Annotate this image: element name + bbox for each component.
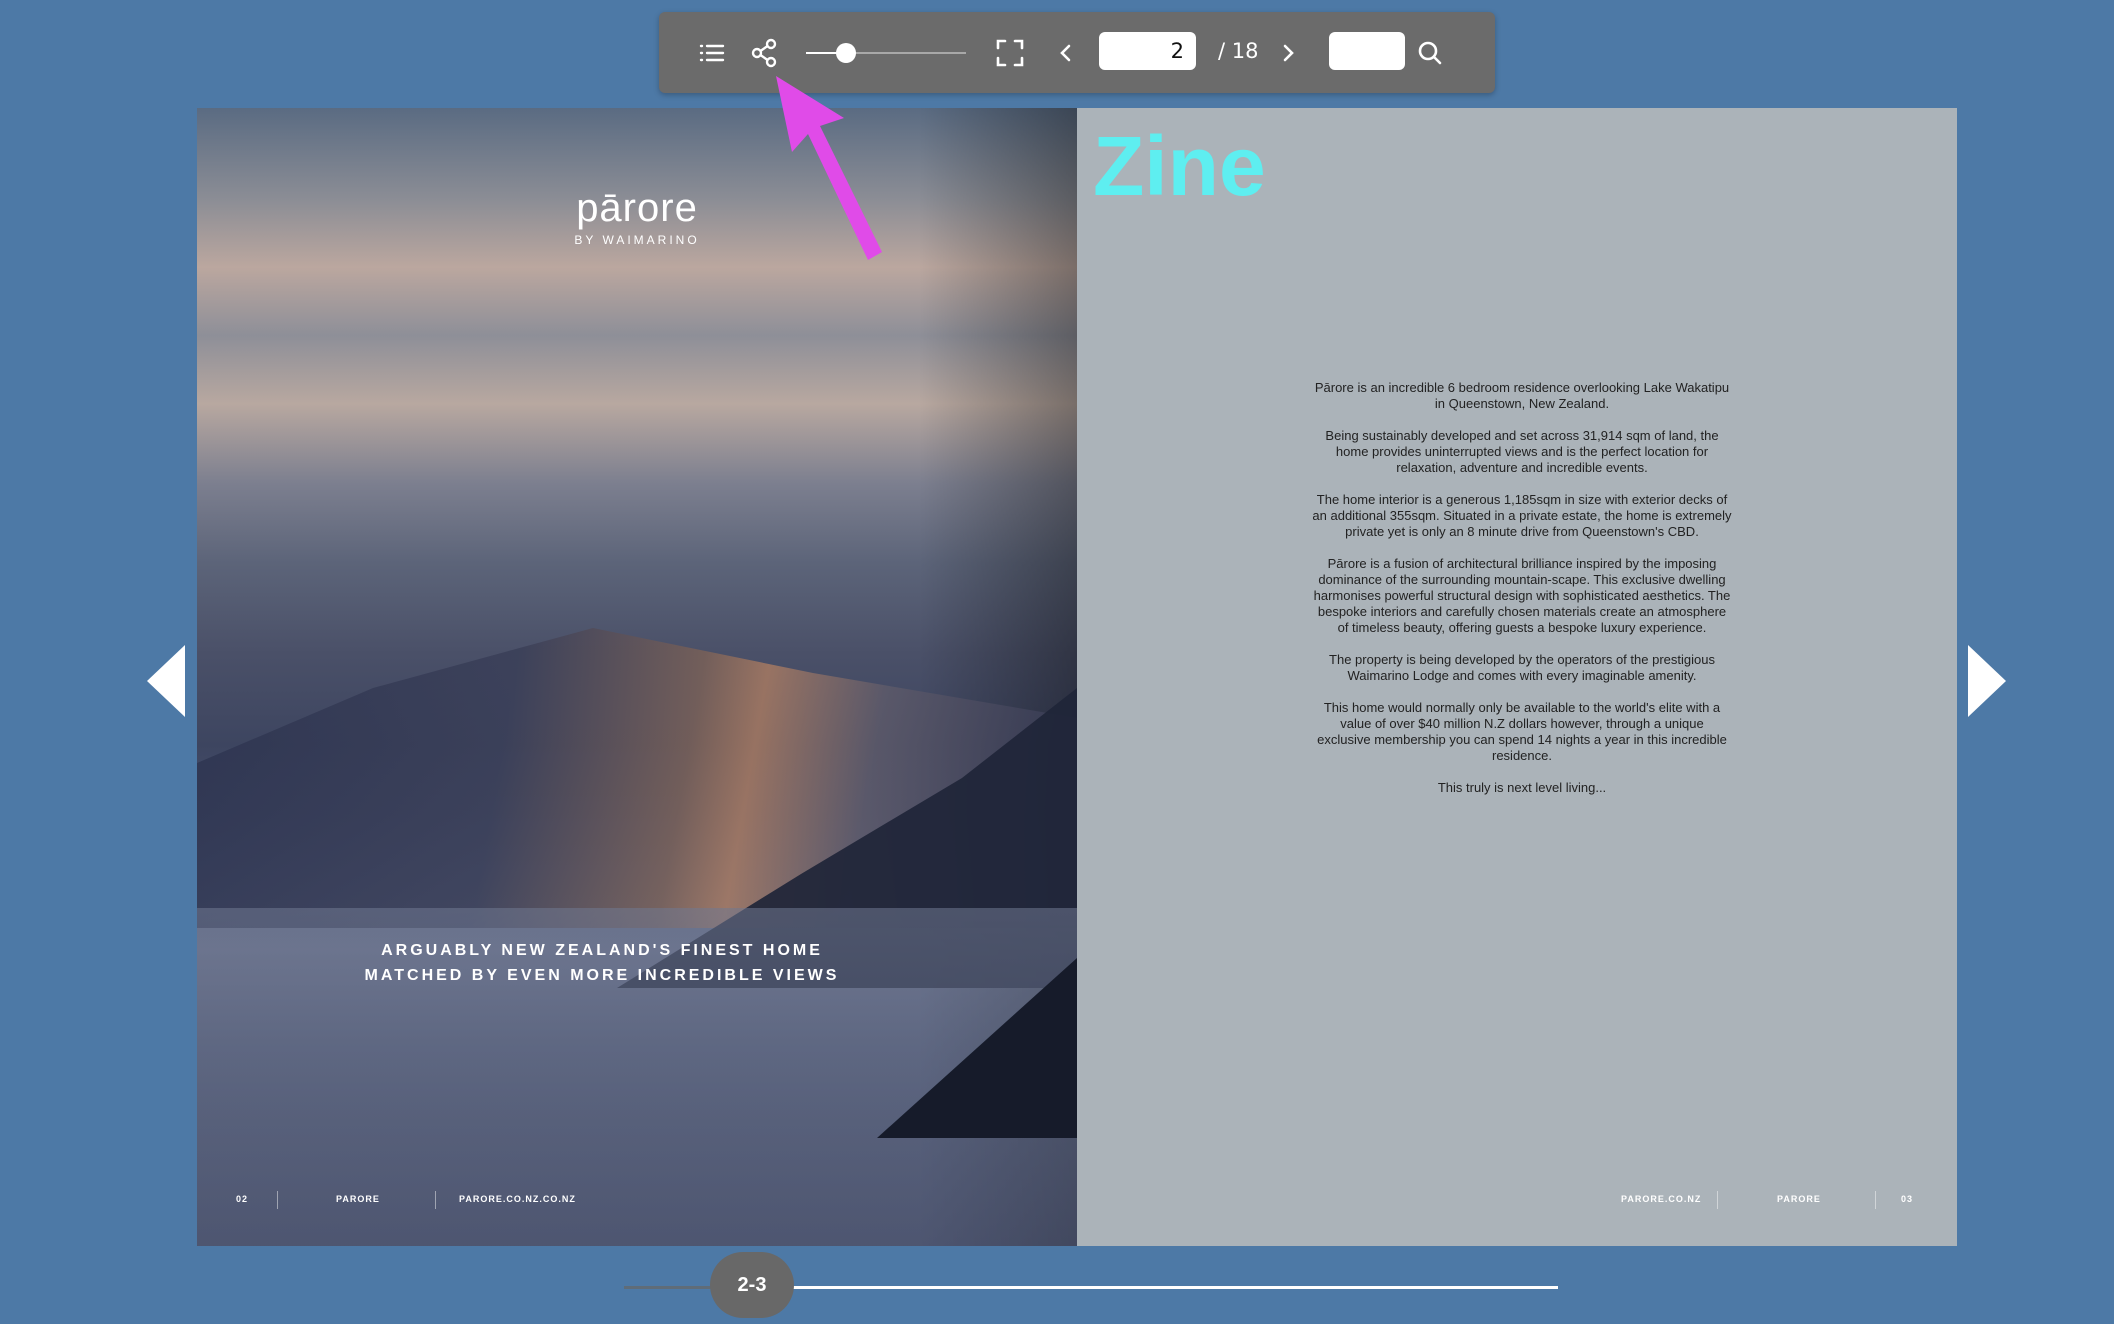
tagline: ARGUABLY NEW ZEALAND'S FINEST HOME MATCH…	[197, 938, 1007, 988]
page-slider-progress	[624, 1286, 714, 1289]
page-number-input[interactable]	[1099, 32, 1196, 70]
left-page-footer: 02 PARORE PARORE.CO.NZ.CO.NZ	[197, 1191, 1077, 1209]
paragraph: Being sustainably developed and set acro…	[1325, 428, 1719, 475]
brand-logo: pārore BY WAIMARINO	[567, 186, 707, 247]
search-input[interactable]	[1329, 32, 1405, 70]
page-title: Zine	[1093, 119, 1266, 213]
chevron-left-icon[interactable]	[1049, 36, 1083, 70]
left-footer-brand: PARORE	[336, 1194, 380, 1204]
right-page-number: 03	[1901, 1194, 1914, 1204]
paragraph: This home would normally only be availab…	[1317, 700, 1727, 763]
share-icon[interactable]	[747, 36, 781, 70]
chevron-right-icon[interactable]	[1271, 36, 1305, 70]
footer-divider	[1717, 1191, 1718, 1209]
footer-divider	[435, 1191, 436, 1209]
zoom-slider-thumb[interactable]	[836, 43, 856, 63]
paragraph: Pārore is a fusion of architectural bril…	[1313, 556, 1731, 635]
logo-subtitle: BY WAIMARINO	[574, 233, 700, 247]
next-page-arrow-icon[interactable]	[1968, 645, 2006, 717]
logo-wordmark: pārore	[576, 186, 698, 230]
page-slider-thumb[interactable]: 2-3	[710, 1252, 794, 1318]
fullscreen-icon[interactable]	[993, 36, 1027, 70]
footer-divider	[1875, 1191, 1876, 1209]
footer-divider	[277, 1191, 278, 1209]
total-pages: / 18	[1218, 39, 1259, 63]
tagline-line-2: MATCHED BY EVEN MORE INCREDIBLE VIEWS	[364, 967, 840, 984]
search-icon[interactable]	[1413, 36, 1447, 70]
zoom-slider[interactable]	[806, 43, 966, 63]
right-footer-website: PARORE.CO.NZ	[1621, 1194, 1702, 1204]
right-page-footer: PARORE.CO.NZ PARORE 03	[1077, 1191, 1957, 1209]
paragraph: The home interior is a generous 1,185sqm…	[1312, 492, 1732, 539]
left-page-number: 02	[236, 1194, 249, 1204]
right-footer-brand: PARORE	[1777, 1194, 1821, 1204]
left-page[interactable]: pārore BY WAIMARINO ARGUABLY NEW ZEALAND…	[197, 108, 1077, 1246]
right-page[interactable]: Zine Pārore is an incredible 6 bedroom r…	[1077, 108, 1957, 1246]
left-footer-website: PARORE.CO.NZ.CO.NZ	[459, 1194, 576, 1204]
paragraph: Pārore is an incredible 6 bedroom reside…	[1314, 380, 1730, 411]
tagline-line-1: ARGUABLY NEW ZEALAND'S FINEST HOME	[381, 942, 823, 959]
body-text: Pārore is an incredible 6 bedroom reside…	[1312, 380, 1732, 812]
paragraph: This truly is next level living...	[1437, 780, 1607, 795]
table-of-contents-icon[interactable]	[695, 36, 729, 70]
previous-page-arrow-icon[interactable]	[147, 645, 185, 717]
toolbar: / 18	[659, 12, 1495, 93]
paragraph: The property is being developed by the o…	[1329, 652, 1715, 683]
